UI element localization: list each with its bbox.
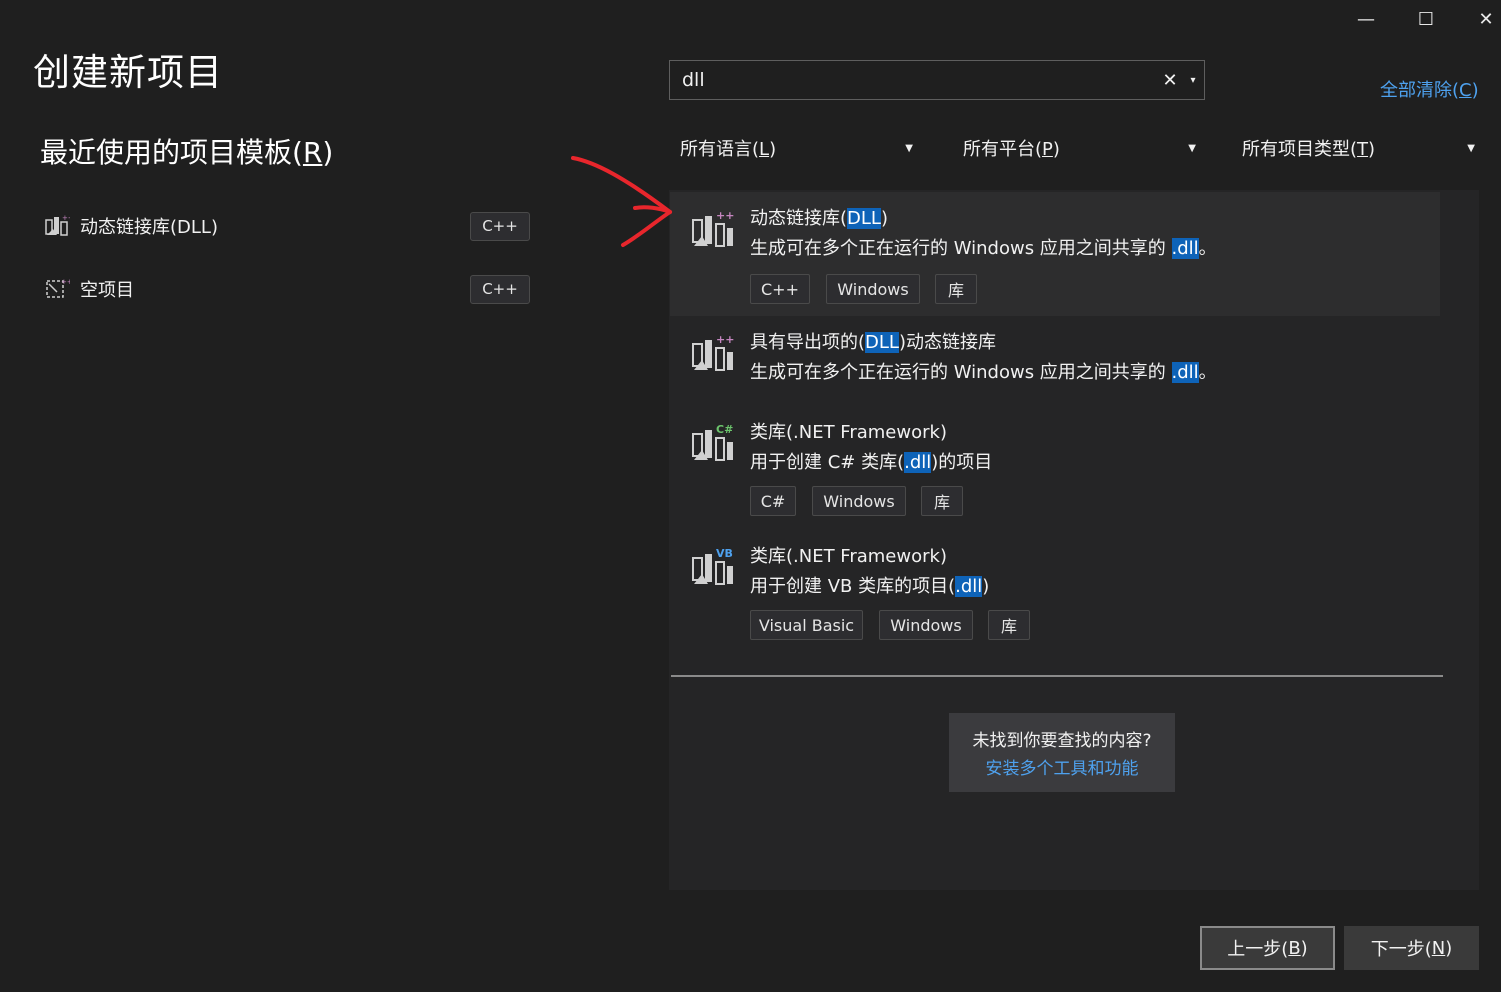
template-item-vb-class-library[interactable]: VB 类库(.NET Framework) 用于创建 VB 类库的项目(.dll… (670, 536, 1440, 652)
recent-item-empty-project[interactable]: ++ 空项目 C++ (44, 271, 534, 307)
platform-filter-dropdown[interactable]: 所有平台(P) ▼ (963, 130, 1196, 166)
svg-text:++: ++ (716, 333, 734, 346)
template-name: 类库(.NET Framework) (750, 422, 947, 443)
next-button[interactable]: 下一步(N) (1344, 926, 1479, 970)
template-item-dll[interactable]: ++ 动态链接库(DLL) 生成可在多个正在运行的 Windows 应用之间共享… (670, 192, 1440, 316)
template-name: 具有导出项的(DLL)动态链接库 (750, 332, 996, 353)
recent-item-label: 动态链接库(DLL) (80, 217, 218, 238)
project-type-filter-label: 所有项目类型(T) (1242, 139, 1376, 160)
dll-template-icon: ++ (692, 333, 734, 371)
clear-search-icon[interactable]: ✕ (1158, 70, 1182, 91)
search-input[interactable] (670, 69, 1158, 91)
template-item-csharp-class-library[interactable]: C# 类库(.NET Framework) 用于创建 C# 类库(.dll)的项… (670, 412, 1440, 528)
recent-item-label: 空项目 (80, 280, 134, 301)
svg-text:++: ++ (62, 214, 70, 222)
project-type-filter-dropdown[interactable]: 所有项目类型(T) ▼ (1242, 130, 1475, 166)
dll-template-icon: ++ (692, 209, 734, 247)
template-description: 生成可在多个正在运行的 Windows 应用之间共享的 .dll。 (750, 238, 1217, 259)
svg-text:++: ++ (716, 209, 734, 222)
platform-filter-label: 所有平台(P) (963, 139, 1060, 160)
vb-class-library-icon: VB (692, 547, 733, 585)
chevron-down-icon: ▼ (1188, 142, 1196, 154)
template-name: 类库(.NET Framework) (750, 546, 947, 567)
not-found-panel: 未找到你要查找的内容? 安装多个工具和功能 (949, 713, 1175, 792)
back-button[interactable]: 上一步(B) (1200, 926, 1335, 970)
template-description: 生成可在多个正在运行的 Windows 应用之间共享的 .dll。 (750, 362, 1217, 383)
tag-platform: Windows (812, 486, 906, 516)
tag-language: C# (750, 486, 796, 516)
template-description: 用于创建 VB 类库的项目(.dll) (750, 576, 990, 597)
language-badge: C++ (470, 211, 530, 241)
install-tools-link[interactable]: 安装多个工具和功能 (986, 754, 1139, 779)
recent-templates-heading: 最近使用的项目模板(R) (40, 136, 334, 169)
search-box[interactable]: ✕ ▾ (669, 60, 1205, 100)
svg-text:VB: VB (716, 547, 733, 560)
page-title: 创建新项目 (33, 51, 223, 94)
chevron-down-icon: ▼ (1467, 142, 1475, 154)
recent-item-dll[interactable]: ++ 动态链接库(DLL) C++ (44, 208, 534, 244)
close-button[interactable]: ✕ (1457, 0, 1501, 38)
csharp-class-library-icon: C# (692, 423, 733, 461)
results-divider (671, 675, 1443, 677)
tag-project-type: 库 (921, 486, 963, 516)
clear-all-link[interactable]: 全部清除(C) (1380, 76, 1479, 102)
annotation-arrow-icon (571, 156, 672, 247)
minimize-button[interactable]: — (1337, 0, 1395, 38)
template-name: 动态链接库(DLL) (750, 208, 888, 229)
not-found-question: 未找到你要查找的内容? (972, 731, 1152, 751)
chevron-down-icon: ▼ (905, 142, 913, 154)
search-history-dropdown-icon[interactable]: ▾ (1182, 75, 1204, 86)
tag-project-type: 库 (988, 610, 1030, 640)
tag-language: Visual Basic (750, 610, 863, 640)
tag-project-type: 库 (935, 274, 977, 304)
tag-language: C++ (750, 274, 810, 304)
tag-platform: Windows (826, 274, 920, 304)
dll-template-icon: ++ (45, 214, 70, 236)
language-badge: C++ (470, 274, 530, 304)
maximize-button[interactable]: ☐ (1397, 0, 1455, 38)
tag-platform: Windows (879, 610, 973, 640)
template-description: 用于创建 C# 类库(.dll)的项目 (750, 452, 993, 473)
svg-text:++: ++ (61, 278, 70, 286)
svg-text:C#: C# (716, 423, 733, 436)
empty-project-icon: ++ (46, 278, 70, 298)
language-filter-dropdown[interactable]: 所有语言(L) ▼ (680, 130, 913, 166)
template-item-dll-with-exports[interactable]: ++ 具有导出项的(DLL)动态链接库 生成可在多个正在运行的 Windows … (670, 320, 1440, 404)
language-filter-label: 所有语言(L) (680, 139, 777, 160)
